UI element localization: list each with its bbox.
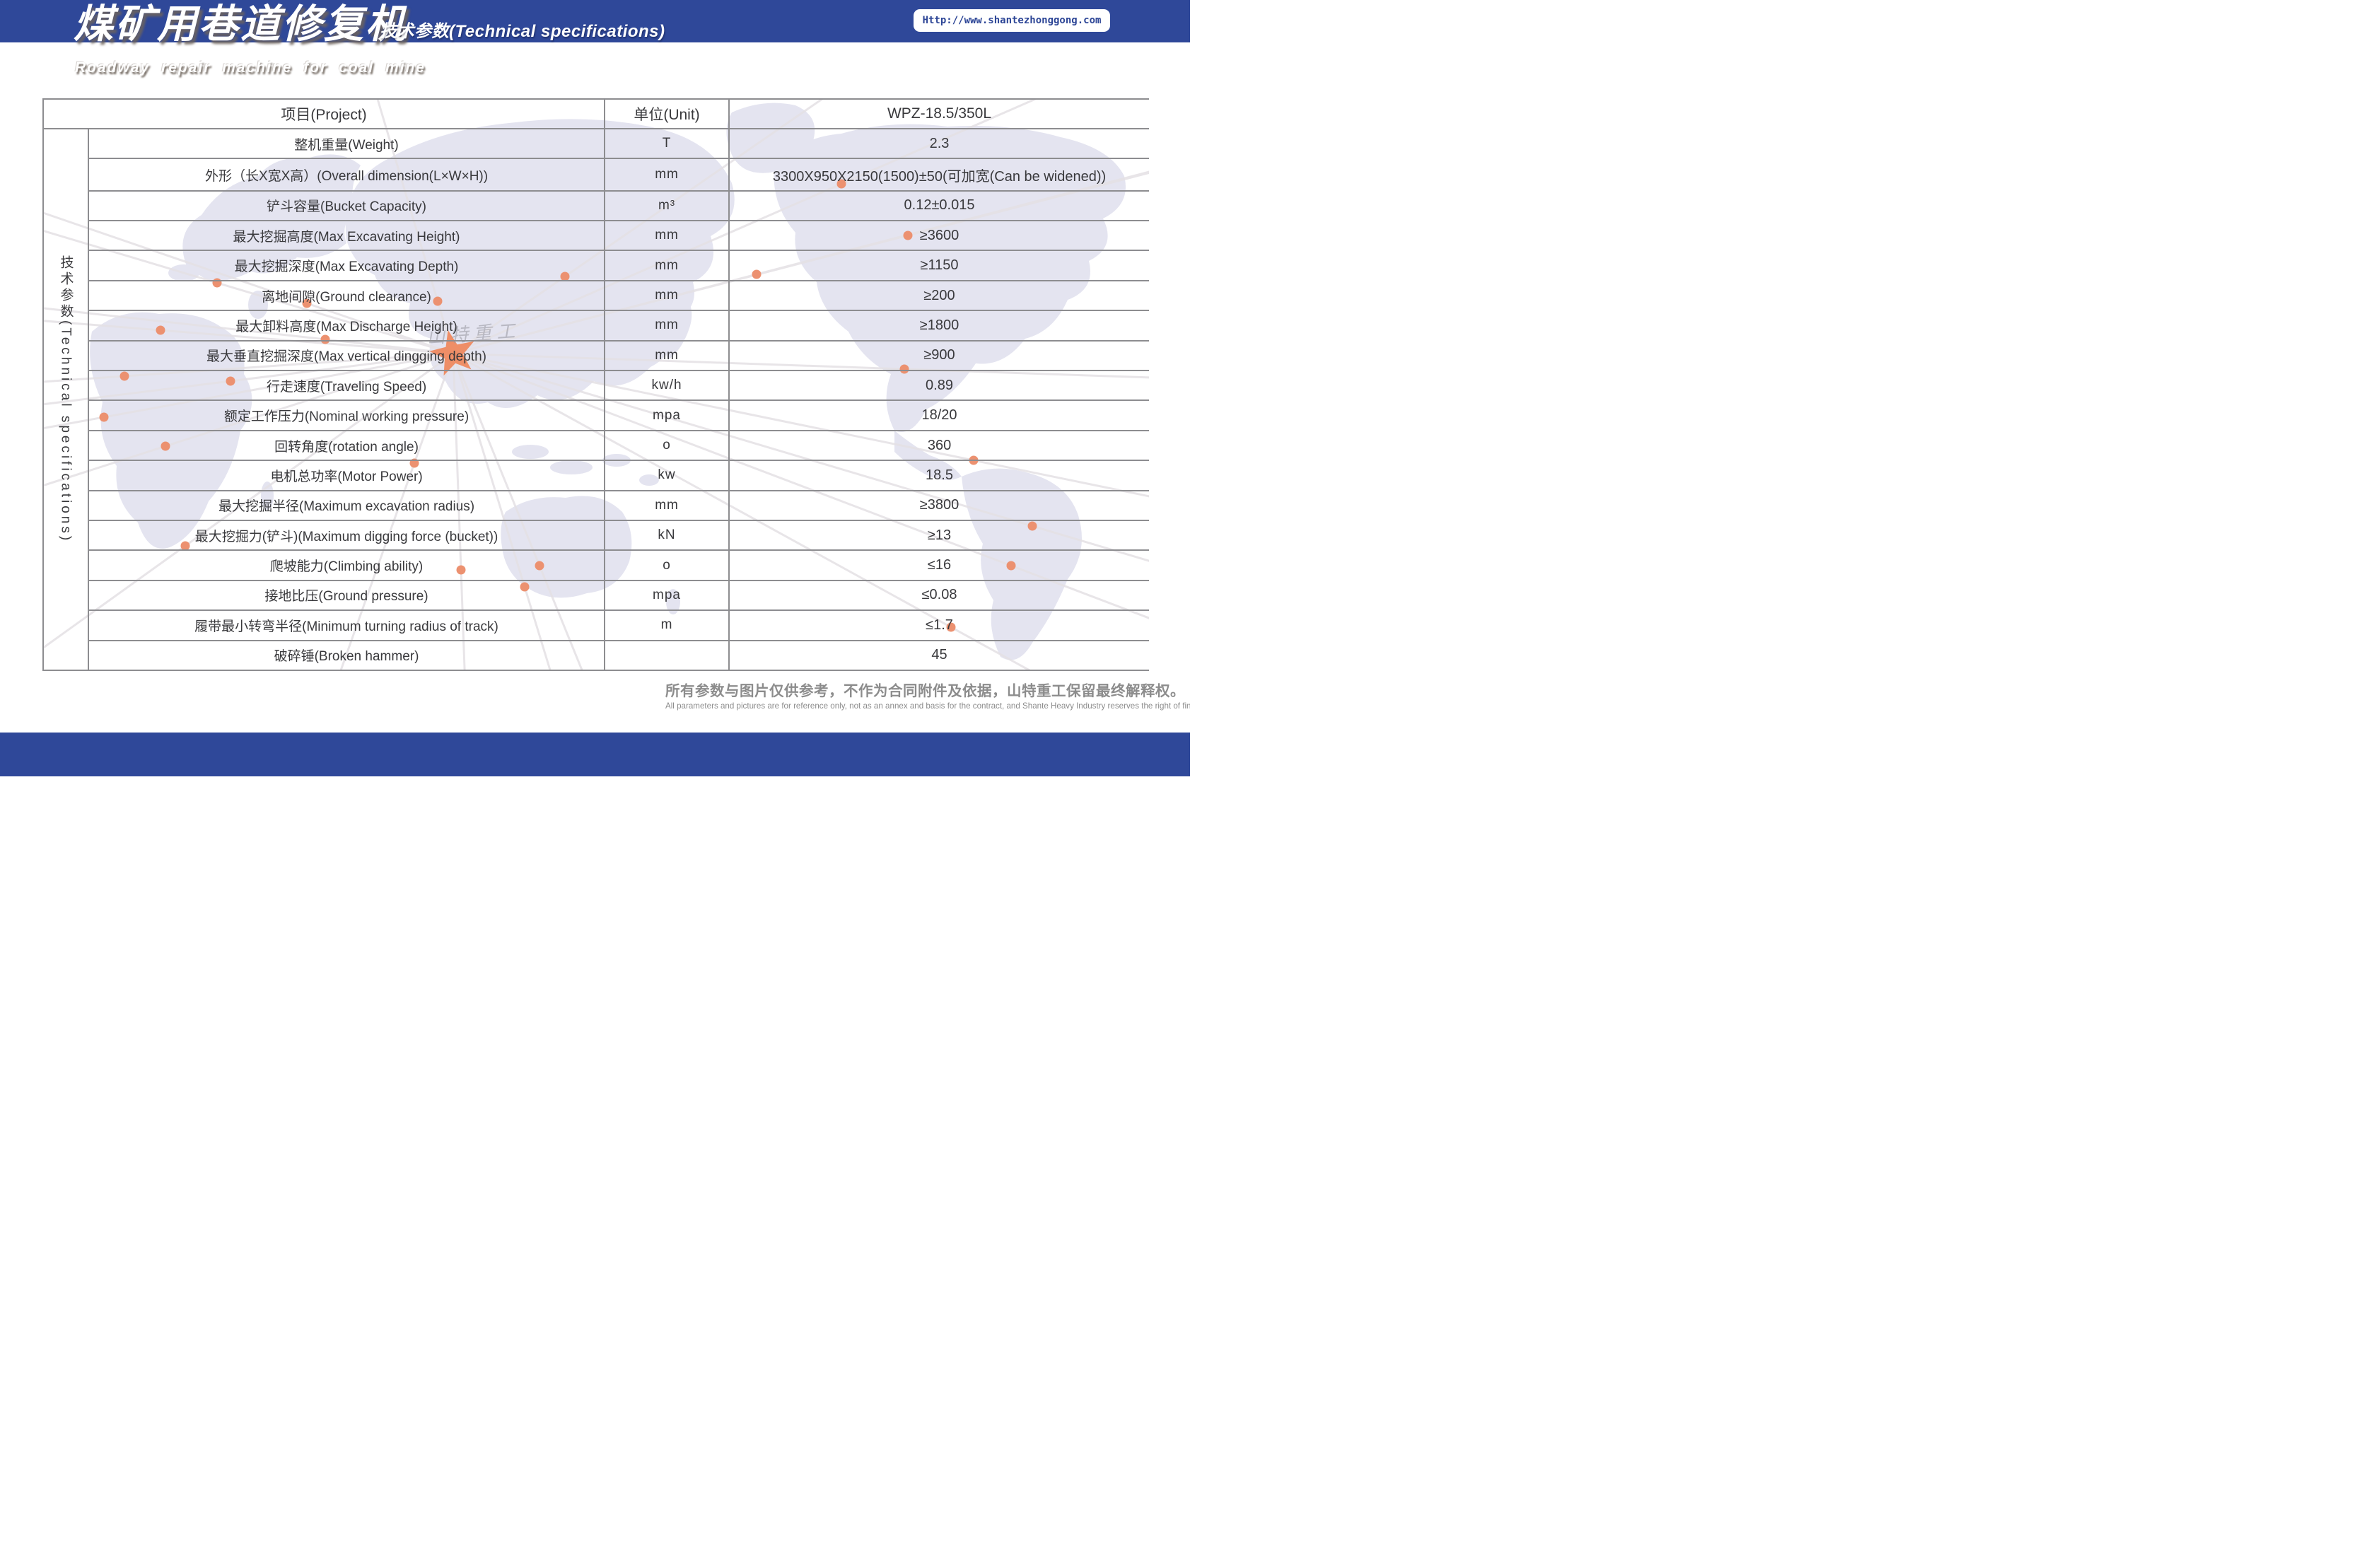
spec-row: 履带最小转弯半径(Minimum turning radius of track… <box>43 610 1149 640</box>
spec-unit-cell: m³ <box>605 191 729 221</box>
spec-value-cell: ≥1150 <box>729 250 1149 280</box>
spec-label-cell: 破碎锤(Broken hammer) <box>88 641 605 670</box>
brand-logo-chinese: 煤矿用巷道修复机 <box>74 4 407 44</box>
footer-band <box>0 733 1190 776</box>
disclaimer-english: All parameters and pictures are for refe… <box>665 701 1149 711</box>
header-project: 项目(Project) <box>43 99 605 129</box>
spec-label-cell: 接地比压(Ground pressure) <box>88 580 605 610</box>
spec-table: 项目(Project) 单位(Unit) WPZ-18.5/350L 技术参数(… <box>42 98 1149 671</box>
spec-unit-cell <box>605 641 729 670</box>
spec-value-cell: ≤0.08 <box>729 580 1149 610</box>
spec-value-cell: ≥200 <box>729 281 1149 310</box>
spec-value-cell: ≤1.7 <box>729 610 1149 640</box>
spec-unit-cell: mpa <box>605 580 729 610</box>
spec-value-cell: 3300X950X2150(1500)±50(可加宽(Can be widene… <box>729 158 1149 190</box>
spec-unit-cell: kN <box>605 520 729 550</box>
spec-value-cell: ≥13 <box>729 520 1149 550</box>
website-url-text: Http://www.shantezhonggong.com <box>923 15 1102 26</box>
spec-unit-cell: mm <box>605 491 729 520</box>
disclaimer: 所有参数与图片仅供参考，不作为合同附件及依据，山特重工保留最终解释权。 All … <box>665 679 1149 711</box>
spec-row: 最大挖掘力(铲斗)(Maximum digging force (bucket)… <box>43 520 1149 550</box>
spec-value-cell: 2.3 <box>729 129 1149 158</box>
spec-label-cell: 电机总功率(Motor Power) <box>88 460 605 490</box>
spec-unit-cell: m <box>605 610 729 640</box>
spec-label-cell: 外形（长X宽X高）(Overall dimension(L×W×H)) <box>88 158 605 190</box>
spec-table-area: 山特重工 项目(Project) 单位(Unit) WPZ-18.5/350L … <box>42 98 1149 671</box>
spec-label-cell: 最大挖掘高度(Max Excavating Height) <box>88 221 605 250</box>
spec-unit-cell: mpa <box>605 400 729 430</box>
spec-row: 电机总功率(Motor Power)kw18.5 <box>43 460 1149 490</box>
spec-label-cell: 最大挖掘深度(Max Excavating Depth) <box>88 250 605 280</box>
spec-label-cell: 最大垂直挖掘深度(Max vertical dingging depth) <box>88 341 605 371</box>
spec-row: 爬坡能力(Climbing ability)o≤16 <box>43 550 1149 580</box>
spec-value-cell: ≥3800 <box>729 491 1149 520</box>
spec-unit-cell: kw <box>605 460 729 490</box>
spec-row: 破碎锤(Broken hammer) 45 <box>43 641 1149 670</box>
spec-unit-cell: o <box>605 550 729 580</box>
spec-value-cell: 360 <box>729 431 1149 460</box>
brand-logo-subtitle: Roadway repair machine for coal mine <box>75 59 426 76</box>
spec-unit-cell: mm <box>605 310 729 340</box>
spec-value-cell: ≥1800 <box>729 310 1149 340</box>
spec-value-cell: 0.12±0.015 <box>729 191 1149 221</box>
spec-unit-cell: o <box>605 431 729 460</box>
spec-row: 技术参数(Technical specifications)整机重量(Weigh… <box>43 129 1149 158</box>
disclaimer-chinese: 所有参数与图片仅供参考，不作为合同附件及依据，山特重工保留最终解释权。 <box>665 679 1149 700</box>
header-model: WPZ-18.5/350L <box>729 99 1149 129</box>
spec-label-cell: 额定工作压力(Nominal working pressure) <box>88 400 605 430</box>
spec-label-cell: 回转角度(rotation angle) <box>88 431 605 460</box>
spec-row: 额定工作压力(Nominal working pressure)mpa18/20 <box>43 400 1149 430</box>
spec-label-cell: 履带最小转弯半径(Minimum turning radius of track… <box>88 610 605 640</box>
spec-unit-cell: kw/h <box>605 371 729 400</box>
spec-unit-cell: mm <box>605 221 729 250</box>
table-header-row: 项目(Project) 单位(Unit) WPZ-18.5/350L <box>43 99 1149 129</box>
spec-row: 最大挖掘半径(Maximum excavation radius)mm≥3800 <box>43 491 1149 520</box>
spec-label-cell: 行走速度(Traveling Speed) <box>88 371 605 400</box>
side-label-vertical: 技术参数(Technical specifications) <box>43 129 88 670</box>
spec-unit-cell: T <box>605 129 729 158</box>
spec-row: 最大挖掘高度(Max Excavating Height)mm≥3600 <box>43 221 1149 250</box>
spec-label-cell: 离地间隙(Ground clearance) <box>88 281 605 310</box>
spec-label-cell: 铲斗容量(Bucket Capacity) <box>88 191 605 221</box>
spec-value-cell: 18.5 <box>729 460 1149 490</box>
spec-value-cell: 45 <box>729 641 1149 670</box>
spec-label-cell: 最大挖掘力(铲斗)(Maximum digging force (bucket)… <box>88 520 605 550</box>
spec-row: 最大挖掘深度(Max Excavating Depth)mm≥1150 <box>43 250 1149 280</box>
spec-row: 外形（长X宽X高）(Overall dimension(L×W×H))mm330… <box>43 158 1149 190</box>
spec-label-cell: 爬坡能力(Climbing ability) <box>88 550 605 580</box>
spec-unit-cell: mm <box>605 341 729 371</box>
spec-value-cell: ≥3600 <box>729 221 1149 250</box>
spec-row: 接地比压(Ground pressure)mpa≤0.08 <box>43 580 1149 610</box>
spec-row: 铲斗容量(Bucket Capacity)m³0.12±0.015 <box>43 191 1149 221</box>
spec-sheet-page: 煤矿用巷道修复机 Roadway repair machine for coal… <box>0 0 1190 776</box>
spec-unit-cell: mm <box>605 158 729 190</box>
spec-row: 回转角度(rotation angle)o360 <box>43 431 1149 460</box>
spec-row: 最大垂直挖掘深度(Max vertical dingging depth)mm≥… <box>43 341 1149 371</box>
spec-value-cell: ≥900 <box>729 341 1149 371</box>
spec-row: 行走速度(Traveling Speed)kw/h0.89 <box>43 371 1149 400</box>
spec-value-cell: 18/20 <box>729 400 1149 430</box>
website-url-pill[interactable]: Http://www.shantezhonggong.com <box>914 9 1110 32</box>
spec-row: 离地间隙(Ground clearance)mm≥200 <box>43 281 1149 310</box>
header-unit: 单位(Unit) <box>605 99 729 129</box>
page-title: 技术参数(Technical specifications) <box>380 17 665 42</box>
spec-label-cell: 最大卸料高度(Max Discharge Height) <box>88 310 605 340</box>
spec-row: 最大卸料高度(Max Discharge Height)mm≥1800 <box>43 310 1149 340</box>
spec-label-cell: 整机重量(Weight) <box>88 129 605 158</box>
spec-value-cell: ≤16 <box>729 550 1149 580</box>
spec-unit-cell: mm <box>605 250 729 280</box>
spec-unit-cell: mm <box>605 281 729 310</box>
spec-label-cell: 最大挖掘半径(Maximum excavation radius) <box>88 491 605 520</box>
spec-value-cell: 0.89 <box>729 371 1149 400</box>
